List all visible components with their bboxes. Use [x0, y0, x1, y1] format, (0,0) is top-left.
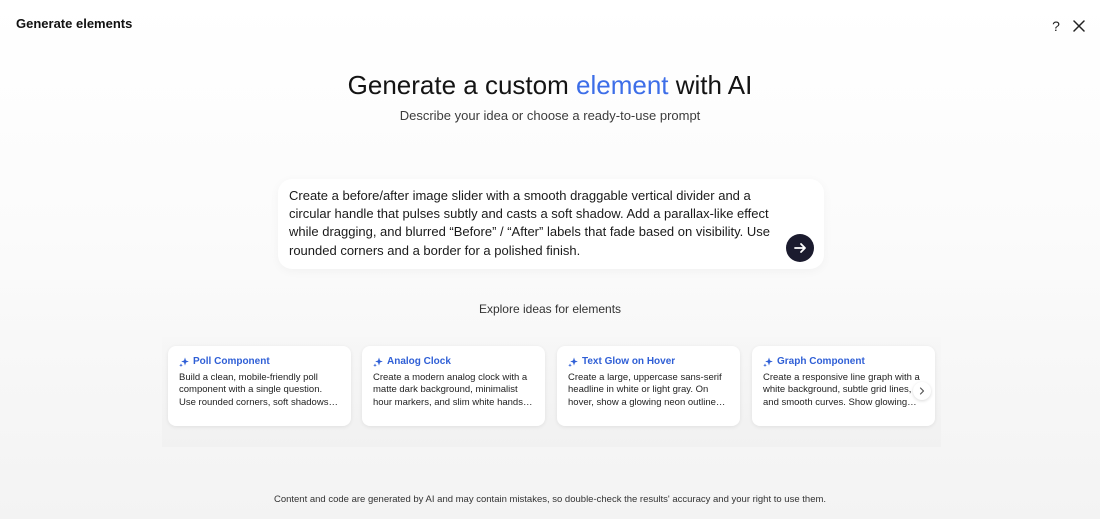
ideas-carousel: Poll Component Build a clean, mobile-fri… — [162, 337, 941, 447]
panel-title: Generate elements — [16, 16, 133, 31]
idea-card-title: Text Glow on Hover — [582, 356, 676, 367]
sparkle-icon — [763, 357, 773, 367]
help-icon: ? — [1052, 18, 1060, 34]
idea-card-description: Create a responsive line graph with a wh… — [763, 372, 920, 408]
idea-card-analog-clock[interactable]: Analog Clock Create a modern analog cloc… — [362, 346, 545, 426]
close-icon — [1073, 20, 1085, 32]
ai-disclaimer: Content and code are generated by AI and… — [273, 494, 827, 505]
hero-subtitle: Describe your idea or choose a ready-to-… — [399, 108, 701, 123]
close-button[interactable] — [1070, 17, 1088, 35]
sparkle-icon — [179, 357, 189, 367]
sparkle-icon — [568, 357, 578, 367]
arrow-right-icon — [794, 243, 806, 253]
send-button[interactable] — [786, 234, 814, 262]
idea-card-description: Create a modern analog clock with a matt… — [373, 372, 528, 408]
idea-card-title: Poll Component — [193, 356, 270, 367]
help-button[interactable]: ? — [1047, 17, 1065, 35]
sparkle-icon — [373, 357, 383, 367]
idea-card-description: Build a clean, mobile-friendly poll comp… — [179, 372, 332, 408]
idea-card-title: Analog Clock — [387, 356, 451, 367]
chevron-right-icon — [919, 387, 925, 395]
idea-card-title: Graph Component — [777, 356, 865, 367]
idea-card-description: Create a large, uppercase sans-serif hea… — [568, 372, 722, 408]
hero-title-accent: element — [576, 70, 669, 100]
hero-title-end: with AI — [668, 70, 753, 100]
idea-card-graph-component[interactable]: Graph Component Create a responsive line… — [752, 346, 935, 426]
idea-card-poll-component[interactable]: Poll Component Build a clean, mobile-fri… — [168, 346, 351, 426]
hero-title-start: Generate a custom — [347, 70, 576, 100]
prompt-input[interactable]: Create a before/after image slider with … — [289, 187, 774, 260]
idea-card-text-glow[interactable]: Text Glow on Hover Create a large, upper… — [557, 346, 740, 426]
prompt-box: Create a before/after image slider with … — [278, 179, 824, 269]
carousel-next-button[interactable] — [913, 382, 931, 400]
explore-title: Explore ideas for elements — [478, 302, 622, 316]
panel-header: Generate elements ? — [0, 0, 1100, 50]
hero-title: Generate a custom element with AI — [0, 70, 1100, 101]
